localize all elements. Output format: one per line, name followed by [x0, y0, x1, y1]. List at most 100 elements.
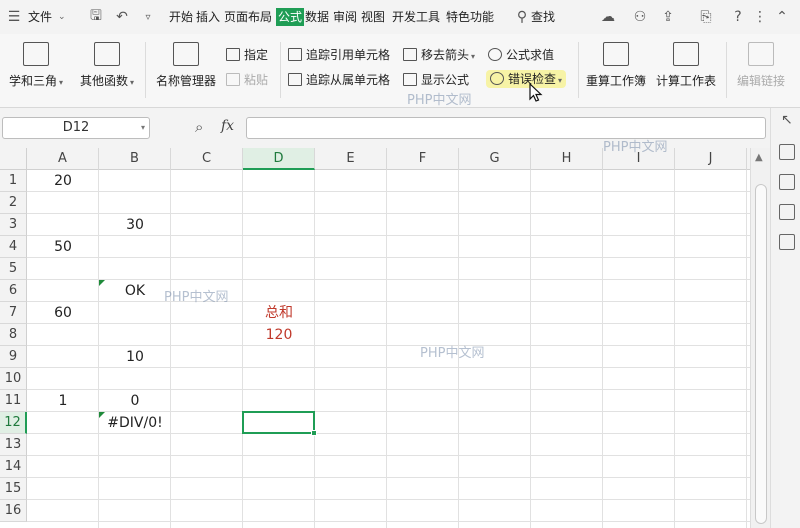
trace-precedents-label: 追踪引用单元格 [306, 48, 391, 62]
calculate-sheet-button[interactable]: 计算工作表 [654, 42, 718, 89]
define-name-button[interactable]: 指定 [226, 46, 268, 64]
evaluate-formula-icon [488, 48, 502, 61]
recalculate-workbook-label: 重算工作簿 [585, 74, 646, 88]
property-icon[interactable] [779, 144, 795, 160]
cell-d7[interactable]: 总和 [243, 302, 315, 324]
format-icon[interactable] [779, 204, 795, 220]
paste-name-button[interactable]: 粘贴 [226, 71, 268, 89]
style-icon[interactable] [779, 174, 795, 190]
scroll-up-icon[interactable]: ▲ [755, 152, 763, 163]
search-label[interactable]: 查找 [531, 8, 555, 26]
save-icon[interactable]: 🖫 [86, 7, 106, 27]
edit-links-button[interactable]: 编辑链接 [734, 42, 788, 89]
name-manager-button[interactable]: 名称管理器 [154, 42, 218, 89]
define-name-label: 指定 [244, 48, 269, 62]
cell-a1[interactable]: 20 [27, 170, 99, 192]
cell-b9[interactable]: 10 [99, 346, 171, 368]
cell-a4[interactable]: 50 [27, 236, 99, 258]
column-header-e[interactable]: E [315, 148, 387, 170]
row-header-10[interactable]: 10 [0, 368, 27, 390]
row-header-9[interactable]: 9 [0, 346, 27, 368]
chevron-down-icon[interactable]: ⌄ [58, 8, 66, 26]
row-header-3[interactable]: 3 [0, 214, 27, 236]
file-menu[interactable]: 文件 [28, 8, 52, 26]
tab-developer[interactable]: 开发工具 [392, 8, 440, 26]
row-header-7[interactable]: 7 [0, 302, 27, 324]
select-pointer-icon[interactable]: ↖ [781, 112, 793, 128]
collaborate-icon[interactable]: ⎘ [696, 7, 716, 27]
share-icon[interactable]: ⇪ [658, 7, 678, 27]
search-icon[interactable]: ⚲ [512, 7, 532, 27]
error-checking-button[interactable]: 错误检查 ▾ [486, 70, 567, 88]
cell-b12[interactable]: #DIV/0! [99, 412, 171, 434]
more-icon[interactable]: ⋮ [750, 7, 770, 27]
cell-d8[interactable]: 120 [243, 324, 315, 346]
formula-input[interactable] [246, 117, 766, 139]
row-header-13[interactable]: 13 [0, 434, 27, 456]
row-header-12[interactable]: 12 [0, 412, 27, 434]
cell-a11[interactable]: 1 [27, 390, 99, 412]
column-header-h[interactable]: H [531, 148, 603, 170]
undo-icon[interactable]: ↶ [112, 7, 132, 27]
collapse-ribbon-icon[interactable]: ⌃ [772, 7, 792, 27]
tab-data[interactable]: 数据 [305, 8, 329, 26]
column-header-a[interactable]: A [27, 148, 99, 170]
remove-arrows-button[interactable]: 移去箭头 ▾ [403, 46, 475, 64]
row-header-5[interactable]: 5 [0, 258, 27, 280]
backup-icon[interactable] [779, 234, 795, 250]
help-icon[interactable]: ? [728, 7, 748, 27]
row-header-14[interactable]: 14 [0, 456, 27, 478]
row-header-15[interactable]: 15 [0, 478, 27, 500]
row-header-4[interactable]: 4 [0, 236, 27, 258]
tab-formulas[interactable]: 公式 [276, 8, 305, 26]
tab-review[interactable]: 审阅 [333, 8, 357, 26]
tab-home[interactable]: 开始 [169, 8, 193, 26]
evaluate-formula-button[interactable]: 公式求值 [488, 46, 554, 64]
user-icon[interactable]: ⚇ [630, 7, 650, 27]
cell-b6[interactable]: OK [99, 280, 171, 302]
tab-special-features[interactable]: 特色功能 [446, 8, 494, 26]
row-header-1[interactable]: 1 [0, 170, 27, 192]
vertical-scrollbar[interactable]: ▲ [750, 148, 770, 528]
column-header-b[interactable]: B [99, 148, 171, 170]
row-header-6[interactable]: 6 [0, 280, 27, 302]
cloud-icon[interactable]: ☁ [598, 7, 618, 27]
menu-bar: ☰ 文件 ⌄ 🖫 ↶ ▿ 开始 插入 页面布局 公式 数据 审阅 视图 开发工具… [0, 0, 800, 34]
tab-page-layout[interactable]: 页面布局 [224, 8, 272, 26]
selected-cell-outline[interactable] [242, 411, 317, 436]
row-header-8[interactable]: 8 [0, 324, 27, 346]
select-all-corner[interactable] [0, 148, 27, 170]
column-header-g[interactable]: G [459, 148, 531, 170]
column-header-d[interactable]: D [243, 148, 315, 170]
spreadsheet-grid[interactable]: ABCDEFGHIJ 1 2 3 4 5 6 7 8 9 10 11 12 13 14 15 16 20 30 50… [0, 148, 750, 528]
tab-view[interactable]: 视图 [361, 8, 385, 26]
quick-access-dropdown-icon[interactable]: ▿ [138, 7, 158, 27]
function-insert-button[interactable]: fx [221, 118, 234, 134]
trace-dependents-button[interactable]: 追踪从属单元格 [288, 71, 390, 89]
cell-a7[interactable]: 60 [27, 302, 99, 324]
cell-b3[interactable]: 30 [99, 214, 171, 236]
recalculate-workbook-button[interactable]: 重算工作簿 [584, 42, 648, 89]
zoom-icon[interactable]: ⌕ [195, 118, 203, 136]
ribbon-divider [280, 42, 281, 98]
row-header-16[interactable]: 16 [0, 500, 27, 522]
trace-precedents-button[interactable]: 追踪引用单元格 [288, 46, 390, 64]
column-header-f[interactable]: F [387, 148, 459, 170]
hamburger-menu-icon[interactable]: ☰ [4, 7, 24, 27]
scroll-thumb[interactable] [755, 184, 767, 524]
tab-insert[interactable]: 插入 [196, 8, 220, 26]
name-box[interactable]: D12 ▾ [2, 117, 150, 139]
math-trig-button[interactable]: 学和三角 ▾ [6, 42, 66, 89]
trace-dependents-label: 追踪从属单元格 [306, 73, 391, 87]
column-header-j[interactable]: J [675, 148, 747, 170]
show-formulas-button[interactable]: 显示公式 [403, 71, 469, 89]
cell-b11[interactable]: 0 [99, 390, 171, 412]
chevron-down-icon[interactable]: ▾ [141, 118, 145, 138]
row-header-11[interactable]: 11 [0, 390, 27, 412]
row-header-2[interactable]: 2 [0, 192, 27, 214]
other-functions-button[interactable]: 其他函数 ▾ [74, 42, 140, 89]
error-indicator-icon [99, 280, 105, 286]
fill-handle[interactable] [311, 430, 317, 436]
column-header-c[interactable]: C [171, 148, 243, 170]
grid-row-line [27, 323, 750, 324]
